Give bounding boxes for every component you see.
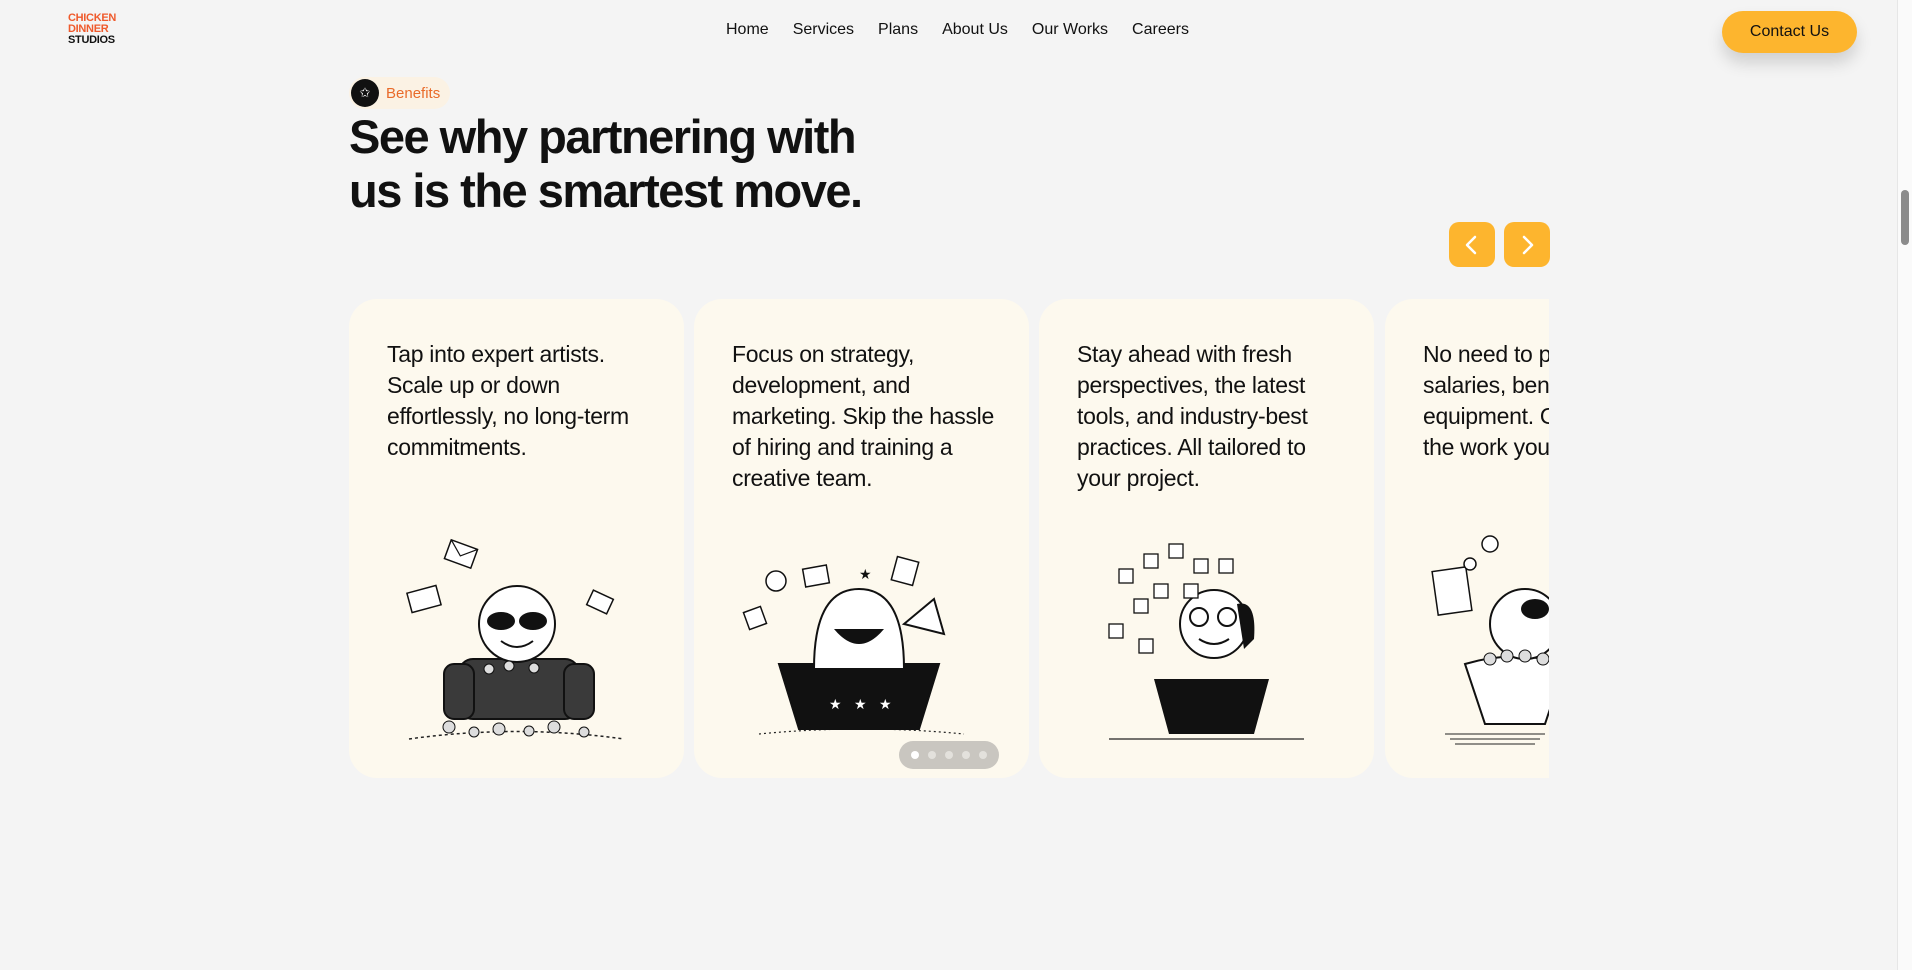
character-megaphone-illustration: ★ ★ ★ ★ (742, 555, 965, 735)
headline-line-1: See why partnering with (349, 110, 857, 163)
carousel-prev-button[interactable] (1449, 222, 1495, 267)
benefits-carousel[interactable]: Tap into expert artists. Scale up or dow… (349, 299, 1549, 778)
benefit-card[interactable]: No need to pay full-time salaries, benef… (1385, 299, 1549, 778)
star-icon: ✩ (351, 79, 379, 107)
chevron-left-icon (1465, 235, 1477, 254)
benefits-badge: ✩ Benefits (349, 77, 451, 109)
nav-careers[interactable]: Careers (1132, 21, 1189, 39)
pagination-dot[interactable] (945, 751, 953, 759)
card-text: Stay ahead with fresh perspectives, the … (1077, 341, 1308, 491)
svg-text:★: ★ (829, 697, 842, 713)
logo-line-3: STUDIOS (68, 34, 115, 46)
carousel-next-button[interactable] (1504, 222, 1550, 267)
badge-label: Benefits (386, 84, 441, 102)
pagination-dot[interactable] (962, 751, 970, 759)
page-scrollbar[interactable] (1897, 0, 1912, 970)
card-text: Focus on strategy, development, and mark… (732, 341, 994, 491)
nav-services[interactable]: Services (793, 21, 854, 39)
main-nav: Home Services Plans About Us Our Works C… (726, 21, 1213, 39)
nav-our-works[interactable]: Our Works (1032, 21, 1108, 39)
pagination-dot-active[interactable] (911, 751, 919, 759)
svg-text:★: ★ (879, 697, 892, 713)
carousel-pagination (899, 741, 999, 769)
benefit-card[interactable]: Stay ahead with fresh perspectives, the … (1039, 299, 1374, 778)
chevron-right-icon (1522, 235, 1534, 254)
benefit-card[interactable]: Tap into expert artists. Scale up or dow… (349, 299, 684, 778)
nav-plans[interactable]: Plans (878, 21, 918, 39)
character-armchair-illustration (406, 538, 625, 740)
contact-us-button[interactable]: Contact Us (1722, 11, 1857, 53)
nav-about-us[interactable]: About Us (942, 21, 1008, 39)
section-headline: See why partnering with us is the smarte… (349, 110, 909, 218)
svg-text:★: ★ (854, 697, 867, 713)
card-text: No need to pay full-time salaries, benef… (1423, 341, 1549, 460)
benefit-card[interactable]: Focus on strategy, development, and mark… (694, 299, 1029, 778)
svg-text:★: ★ (859, 567, 872, 583)
character-coins-illustration (1431, 535, 1549, 745)
character-puzzle-illustration (1108, 543, 1304, 740)
card-text: Tap into expert artists. Scale up or dow… (387, 341, 629, 460)
headline-line-2: us is the smartest move. (349, 164, 863, 217)
pagination-dot[interactable] (928, 751, 936, 759)
nav-home[interactable]: Home (726, 21, 769, 39)
brand-logo[interactable]: CHICKEN DINNER STUDIOS (68, 13, 116, 46)
scrollbar-thumb[interactable] (1901, 190, 1909, 245)
pagination-dot[interactable] (979, 751, 987, 759)
